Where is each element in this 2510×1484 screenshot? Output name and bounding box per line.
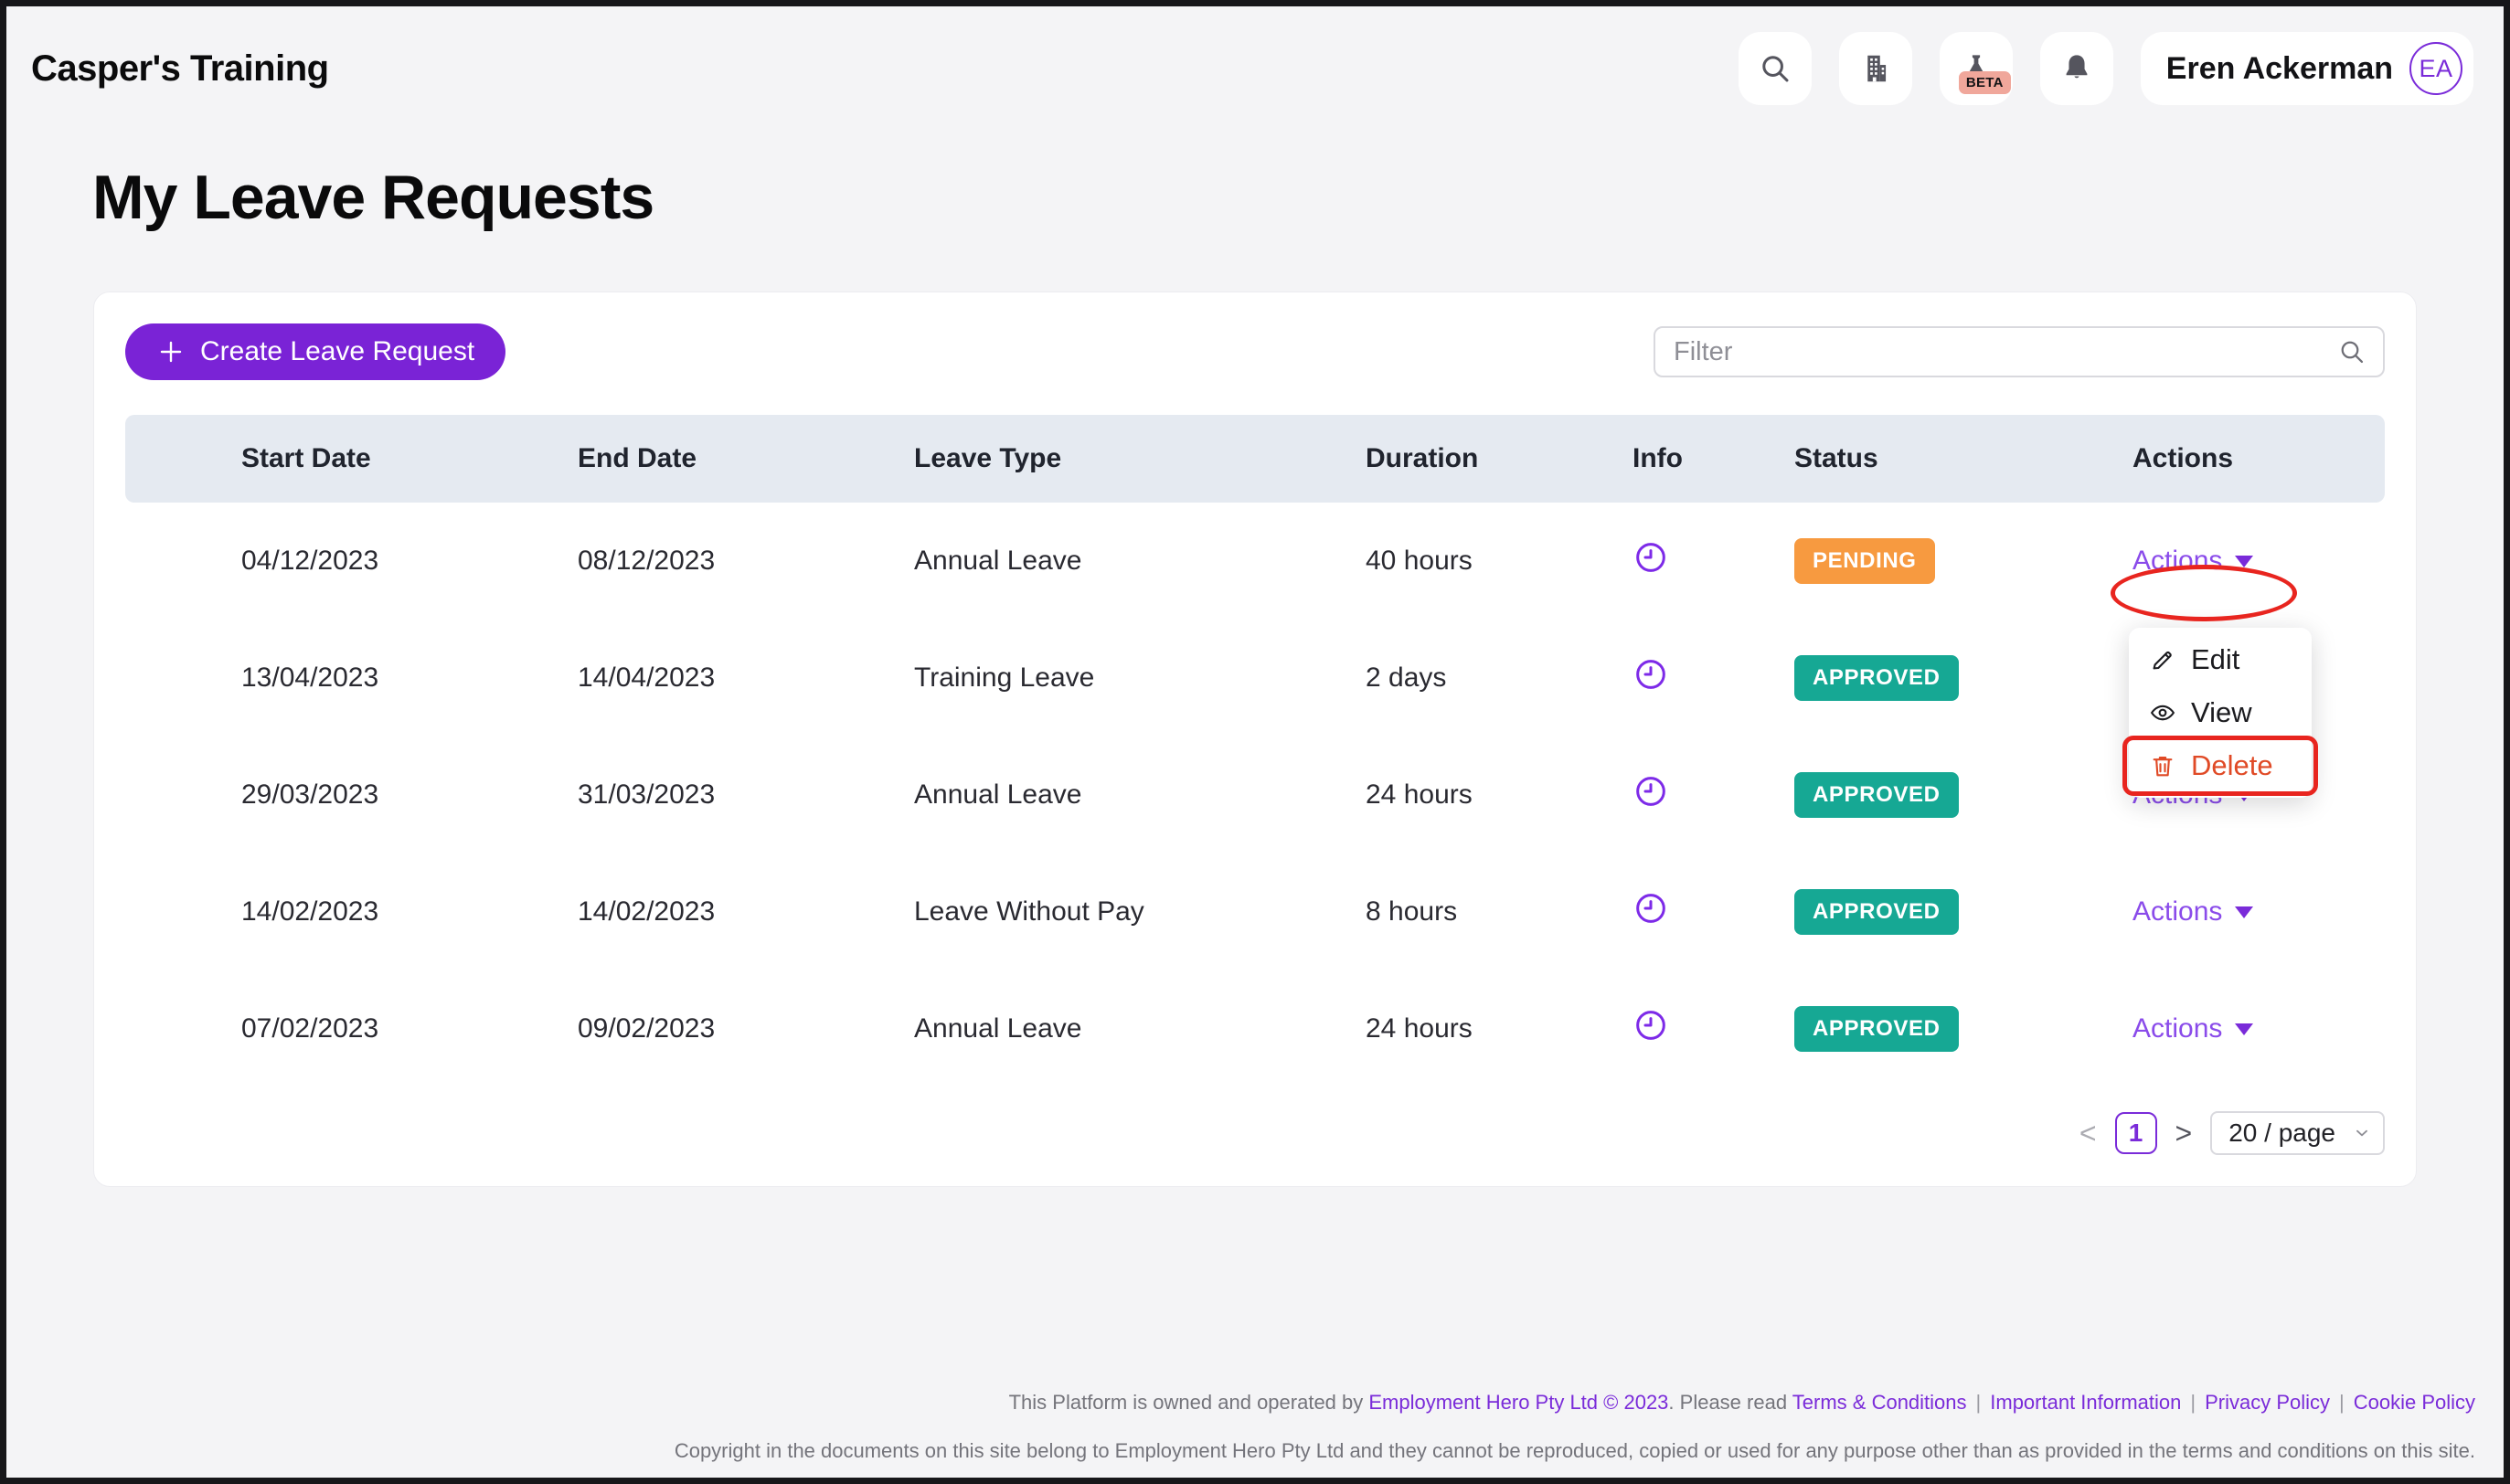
cookie-policy-link[interactable]: Cookie Policy — [2354, 1391, 2475, 1414]
duration-cell: 24 hours — [1366, 779, 1633, 811]
duration-cell: 24 hours — [1366, 1013, 1633, 1044]
status-badge: APPROVED — [1794, 655, 1959, 701]
status-badge: APPROVED — [1794, 889, 1959, 935]
end-date-cell: 14/02/2023 — [578, 896, 914, 928]
topbar: Casper's Training BETA Eren Ackerman EA — [6, 6, 2504, 105]
column-status: Status — [1794, 443, 2132, 474]
column-leave-type: Leave Type — [914, 443, 1366, 474]
menu-item-edit[interactable]: Edit — [2129, 633, 2312, 686]
terms-conditions-link[interactable]: Terms & Conditions — [1792, 1391, 1967, 1414]
important-information-link[interactable]: Important Information — [1990, 1391, 2181, 1414]
table-row: 13/04/2023 14/04/2023 Training Leave 2 d… — [125, 620, 2385, 737]
table-row: 29/03/2023 31/03/2023 Annual Leave 24 ho… — [125, 737, 2385, 853]
plus-icon — [156, 337, 186, 366]
pagination: < 1 > 20 / page — [125, 1111, 2385, 1155]
footer-line1: This Platform is owned and operated by E… — [675, 1391, 2475, 1415]
page-size-value: 20 / page — [2228, 1118, 2335, 1148]
card-toolbar: Create Leave Request — [125, 323, 2385, 380]
filter-input[interactable] — [1674, 337, 2337, 367]
menu-item-delete[interactable]: Delete — [2129, 739, 2312, 792]
privacy-policy-link[interactable]: Privacy Policy — [2205, 1391, 2330, 1414]
column-start-date: Start Date — [125, 443, 578, 474]
leave-type-cell: Training Leave — [914, 662, 1366, 694]
actions-dropdown-trigger[interactable]: Actions — [2132, 1013, 2253, 1044]
duration-cell: 2 days — [1366, 662, 1633, 694]
page-size-select[interactable]: 20 / page — [2210, 1111, 2385, 1155]
clock-info-icon[interactable] — [1633, 539, 1669, 576]
clock-info-icon[interactable] — [1633, 773, 1669, 810]
clock-info-icon[interactable] — [1633, 890, 1669, 927]
trash-icon — [2149, 752, 2176, 779]
footer-line2: Copyright in the documents on this site … — [675, 1439, 2475, 1463]
company-icon — [1858, 51, 1893, 86]
beta-badge: BETA — [1959, 71, 2011, 94]
duration-cell: 8 hours — [1366, 896, 1633, 928]
page-title: My Leave Requests — [92, 162, 2504, 233]
table-row: 04/12/2023 08/12/2023 Annual Leave 40 ho… — [125, 503, 2385, 620]
status-badge: APPROVED — [1794, 772, 1959, 818]
leave-requests-card: Create Leave Request Start Date End Date… — [93, 292, 2417, 1187]
search-icon — [1758, 51, 1792, 86]
filter-search-icon[interactable] — [2337, 337, 2366, 366]
start-date-cell: 13/04/2023 — [125, 662, 578, 694]
create-leave-request-button[interactable]: Create Leave Request — [125, 323, 505, 380]
start-date-cell: 14/02/2023 — [125, 896, 578, 928]
table-header-row: Start Date End Date Leave Type Duration … — [125, 415, 2385, 503]
status-badge: APPROVED — [1794, 1006, 1959, 1052]
current-page-button[interactable]: 1 — [2115, 1112, 2157, 1154]
user-menu[interactable]: Eren Ackerman EA — [2141, 32, 2473, 105]
column-end-date: End Date — [578, 443, 914, 474]
next-page-button[interactable]: > — [2175, 1117, 2193, 1150]
status-badge: PENDING — [1794, 538, 1935, 584]
caret-down-icon — [2235, 906, 2253, 918]
search-button[interactable] — [1739, 32, 1812, 105]
app-title: Casper's Training — [31, 48, 329, 90]
column-duration: Duration — [1366, 443, 1633, 474]
eye-icon — [2149, 699, 2176, 726]
site-footer: This Platform is owned and operated by E… — [675, 1391, 2475, 1463]
clock-info-icon[interactable] — [1633, 1007, 1669, 1044]
column-actions: Actions — [2132, 443, 2385, 474]
start-date-cell: 07/02/2023 — [125, 1013, 578, 1044]
pencil-icon — [2149, 646, 2176, 673]
start-date-cell: 29/03/2023 — [125, 779, 578, 811]
table-row: 07/02/2023 09/02/2023 Annual Leave 24 ho… — [125, 970, 2385, 1087]
previous-page-button[interactable]: < — [2079, 1117, 2097, 1150]
table-row: 14/02/2023 14/02/2023 Leave Without Pay … — [125, 853, 2385, 970]
leave-type-cell: Annual Leave — [914, 1013, 1366, 1044]
notifications-button[interactable] — [2040, 32, 2113, 105]
employment-hero-link[interactable]: Employment Hero Pty Ltd © 2023 — [1368, 1391, 1668, 1414]
user-name: Eren Ackerman — [2166, 51, 2393, 87]
actions-dropdown-menu: Edit View Delete — [2129, 628, 2312, 798]
leave-type-cell: Annual Leave — [914, 546, 1366, 577]
caret-down-icon — [2235, 556, 2253, 567]
menu-item-view[interactable]: View — [2129, 686, 2312, 739]
company-button[interactable] — [1839, 32, 1912, 105]
end-date-cell: 09/02/2023 — [578, 1013, 914, 1044]
chevron-down-icon — [2352, 1123, 2372, 1143]
start-date-cell: 04/12/2023 — [125, 546, 578, 577]
column-info: Info — [1633, 443, 1794, 474]
avatar: EA — [2409, 42, 2462, 95]
clock-info-icon[interactable] — [1633, 656, 1669, 693]
bell-icon — [2059, 51, 2094, 86]
beta-features-button[interactable]: BETA — [1940, 32, 2013, 105]
topbar-actions: BETA Eren Ackerman EA — [1739, 32, 2473, 105]
leave-type-cell: Annual Leave — [914, 779, 1366, 811]
end-date-cell: 14/04/2023 — [578, 662, 914, 694]
caret-down-icon — [2235, 1023, 2253, 1035]
leave-requests-page: { "app": { "title": "Casper's Training" … — [0, 0, 2510, 1484]
create-leave-request-label: Create Leave Request — [200, 336, 474, 367]
end-date-cell: 31/03/2023 — [578, 779, 914, 811]
duration-cell: 40 hours — [1366, 546, 1633, 577]
end-date-cell: 08/12/2023 — [578, 546, 914, 577]
leave-type-cell: Leave Without Pay — [914, 896, 1366, 928]
actions-dropdown-trigger[interactable]: Actions — [2132, 546, 2253, 577]
filter-box — [1654, 326, 2385, 377]
actions-dropdown-trigger[interactable]: Actions — [2132, 896, 2253, 928]
